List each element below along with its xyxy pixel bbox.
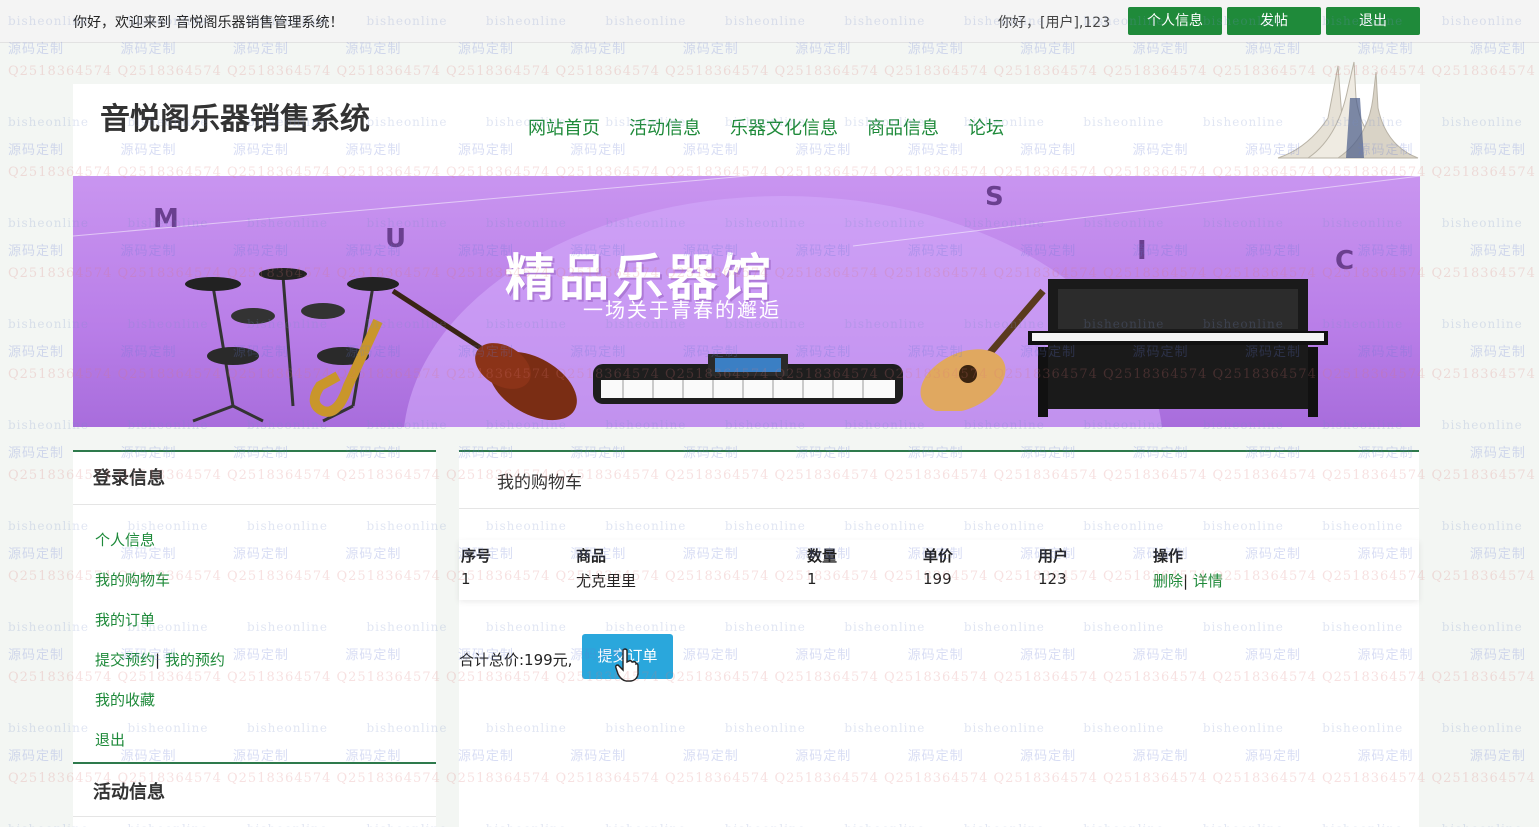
banner-subtitle: 一场关于青春的邂逅 <box>583 298 781 322</box>
sidebar-item-my-reservations[interactable]: 我的预约 <box>165 651 225 669</box>
top-bar: 你好，欢迎来到 音悦阁乐器销售管理系统！ 你好，[用户],123 个人信息 发帖… <box>0 0 1539 43</box>
delete-link[interactable]: 删除 <box>1153 572 1183 590</box>
sidebar-item-profile[interactable]: 个人信息 <box>73 525 436 565</box>
user-greeting: 你好，[用户],123 <box>998 15 1111 31</box>
nav-activities[interactable]: 活动信息 <box>629 114 701 140</box>
welcome-text: 你好，欢迎来到 音悦阁乐器销售管理系统！ <box>73 15 344 31</box>
sidebar-menu: 个人信息 我的购物车 我的订单 提交预约| 我的预约 我的收藏 退出 <box>73 505 436 765</box>
cell-price: 199 <box>923 570 952 588</box>
cell-quantity: 1 <box>807 570 817 588</box>
cell-user: 123 <box>1038 570 1067 588</box>
cart-total: 合计总价:199元, <box>459 651 573 669</box>
cell-product: 尤克里里 <box>576 572 637 590</box>
col-actions: 操作 <box>1153 546 1184 565</box>
nav-instrument-culture[interactable]: 乐器文化信息 <box>730 114 838 140</box>
piano-icon <box>1028 279 1328 417</box>
profile-button[interactable]: 个人信息 <box>1128 7 1222 35</box>
col-product: 商品 <box>576 546 607 565</box>
sidebar-item-orders[interactable]: 我的订单 <box>73 605 436 645</box>
table-row: 1 尤克里里 1 199 123 删除| 详情 <box>459 570 1419 600</box>
hand-cursor-icon <box>615 648 639 682</box>
violin-icon <box>391 288 577 421</box>
cart-table: 序号 商品 数量 单价 用户 操作 1 尤克里里 1 199 123 删除| 详… <box>459 540 1419 600</box>
sidebar-item-reservations: 提交预约| 我的预约 <box>95 651 225 669</box>
banner-letter-i: I <box>1137 236 1147 266</box>
cart-title-divider <box>459 508 1419 509</box>
col-index: 序号 <box>461 546 492 565</box>
col-price: 单价 <box>923 546 954 565</box>
site-header: 音悦阁乐器销售系统 网站首页 活动信息 乐器文化信息 商品信息 论坛 <box>73 61 1420 176</box>
login-info-heading: 登录信息 <box>73 452 436 505</box>
logout-button[interactable]: 退出 <box>1326 7 1420 35</box>
cart-title: 我的购物车 <box>497 473 582 493</box>
cart-panel: 我的购物车 序号 商品 数量 单价 用户 操作 1 尤克里里 1 199 123 <box>459 450 1419 827</box>
post-button[interactable]: 发帖 <box>1227 7 1321 35</box>
main-nav: 网站首页 活动信息 乐器文化信息 商品信息 论坛 <box>528 114 1033 140</box>
col-user: 用户 <box>1038 546 1069 565</box>
activity-info-heading: 活动信息 <box>93 782 165 803</box>
nav-products[interactable]: 商品信息 <box>867 114 939 140</box>
sidebar-divider-2 <box>73 816 436 817</box>
col-quantity: 数量 <box>807 546 838 565</box>
cell-index: 1 <box>461 570 471 588</box>
nav-forum[interactable]: 论坛 <box>968 114 1004 140</box>
building-logo-icon <box>1277 61 1419 159</box>
sidebar: 登录信息 个人信息 我的购物车 我的订单 提交预约| 我的预约 我的收藏 退出 … <box>73 450 436 827</box>
banner-letter-s: S <box>985 182 1004 212</box>
sidebar-item-logout[interactable]: 退出 <box>73 725 436 765</box>
banner-letter-m: M <box>153 204 179 234</box>
hero-banner: M U S I C 精品乐器馆 一场关于青春的邂逅 <box>73 176 1420 427</box>
banner-letter-u: U <box>385 224 407 254</box>
table-header-row: 序号 商品 数量 单价 用户 操作 <box>459 540 1419 570</box>
sidebar-item-submit-reservation[interactable]: 提交预约 <box>95 651 155 669</box>
sidebar-item-favorites[interactable]: 我的收藏 <box>73 685 436 725</box>
sidebar-item-cart[interactable]: 我的购物车 <box>73 565 436 605</box>
nav-home[interactable]: 网站首页 <box>528 114 600 140</box>
keyboard-icon <box>593 354 903 404</box>
cell-actions: 删除| 详情 <box>1153 572 1223 590</box>
site-title: 音悦阁乐器销售系统 <box>100 102 370 137</box>
details-link[interactable]: 详情 <box>1193 572 1223 590</box>
sidebar-divider <box>73 762 436 764</box>
